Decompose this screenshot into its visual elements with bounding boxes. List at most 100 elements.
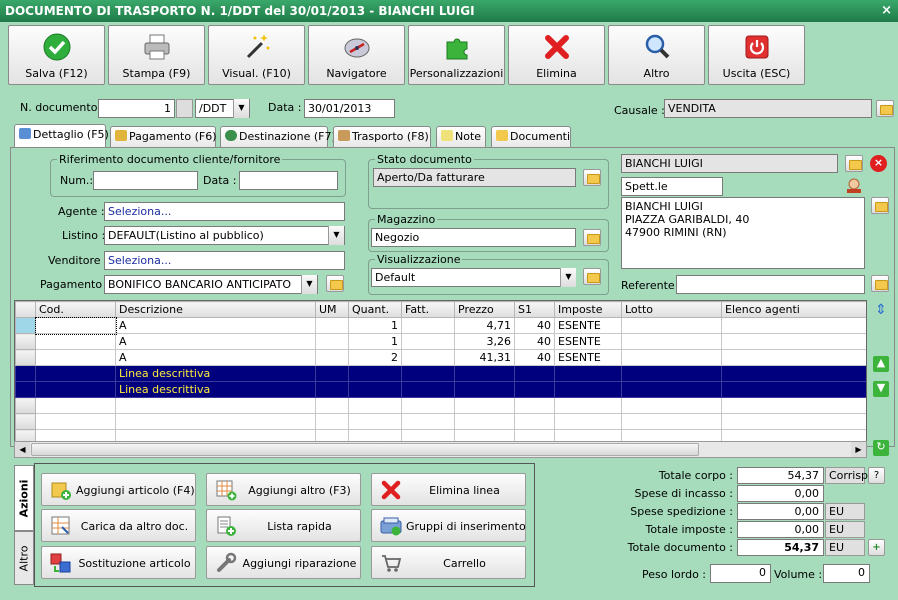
save-button[interactable]: Salva (F12) [8, 25, 105, 85]
horizontal-scrollbar[interactable]: ◀ ▶ [14, 441, 867, 458]
cell-desc[interactable]: Linea descrittiva [115, 365, 316, 382]
cell-cod[interactable] [34, 316, 117, 335]
cell-um[interactable] [315, 365, 349, 382]
referent-input[interactable] [676, 275, 865, 294]
date-input[interactable]: 30/01/2013 [304, 99, 395, 118]
col-fatt[interactable]: Fatt. [401, 301, 455, 318]
add-repair-button[interactable]: Aggiungi riparazione [206, 546, 361, 579]
cell-agents[interactable] [721, 333, 866, 350]
cell-tax[interactable] [554, 365, 622, 382]
table-row[interactable] [15, 413, 866, 430]
doc-number-spinner[interactable] [176, 99, 193, 118]
warehouse-input[interactable]: Negozio [371, 228, 576, 247]
chevron-down-icon[interactable]: ▼ [233, 99, 249, 118]
cell-lot[interactable] [621, 381, 722, 398]
print-button[interactable]: Stampa (F9) [108, 25, 205, 85]
cell-agents[interactable] [721, 349, 866, 366]
refresh-icon[interactable]: ↻ [873, 440, 889, 456]
row-header[interactable] [15, 349, 36, 366]
referent-folder-icon[interactable] [871, 275, 889, 292]
cell-qty[interactable] [348, 397, 402, 414]
customer-folder-icon[interactable] [845, 155, 863, 172]
cell-s1[interactable] [514, 365, 555, 382]
cell-tax[interactable]: ESENTE [554, 317, 622, 334]
cell-empty[interactable] [514, 413, 555, 430]
row-header[interactable] [15, 397, 36, 414]
cell-fatt[interactable] [401, 333, 455, 350]
payment-folder-icon[interactable] [326, 275, 344, 292]
load-doc-button[interactable]: Carica da altro doc. [41, 509, 196, 542]
cell-agents[interactable] [721, 397, 866, 414]
agent-input[interactable]: Seleziona... [104, 202, 345, 221]
scroll-thumb[interactable] [31, 443, 699, 456]
collection-input[interactable]: 0,00 [737, 485, 824, 502]
side-tab-actions[interactable]: Azioni [14, 465, 34, 531]
add-item-button[interactable]: Aggiungi articolo (F4) [41, 473, 196, 506]
cell-qty[interactable]: 2 [348, 349, 402, 366]
display-folder-icon[interactable] [583, 268, 601, 285]
cell-fatt[interactable] [401, 349, 455, 366]
table-row[interactable]: A 2 41,31 40 ESENTE [15, 349, 866, 366]
ref-date-input[interactable] [239, 171, 338, 190]
table-row[interactable]: Linea descrittiva [15, 381, 866, 398]
navigator-button[interactable]: Navigatore [308, 25, 405, 85]
row-header[interactable] [15, 333, 36, 350]
listino-select[interactable]: DEFAULT(Listino al pubblico) [104, 226, 345, 245]
clear-x-icon[interactable]: × [870, 155, 887, 172]
zoom-in-icon[interactable]: + [868, 539, 885, 556]
cell-fatt[interactable] [401, 397, 455, 414]
col-cod[interactable]: Cod. [35, 301, 116, 318]
cell-um[interactable] [315, 397, 349, 414]
cell-tax[interactable]: ESENTE [554, 333, 622, 350]
cell-fatt[interactable] [401, 365, 455, 382]
chevron-down-icon[interactable]: ▼ [560, 268, 576, 287]
cell-qty[interactable] [348, 381, 402, 398]
row-header[interactable] [15, 381, 36, 398]
gross-weight-input[interactable]: 0 [710, 564, 771, 583]
cell-lot[interactable] [621, 365, 722, 382]
cell-tax[interactable] [554, 381, 622, 398]
scroll-left-icon[interactable]: ◀ [15, 442, 30, 457]
help-button[interactable]: ? [868, 467, 885, 484]
view-button[interactable]: Visual. (F10) [208, 25, 305, 85]
table-row[interactable]: Linea descrittiva [15, 365, 866, 382]
cell-cod[interactable] [35, 397, 116, 414]
tab-notes[interactable]: Note [436, 126, 486, 147]
cell-empty[interactable] [35, 413, 116, 430]
display-select[interactable]: Default [371, 268, 576, 287]
quick-list-button[interactable]: Lista rapida [206, 509, 361, 542]
cell-s1[interactable]: 40 [514, 333, 555, 350]
cell-price[interactable] [454, 365, 515, 382]
customizations-button[interactable]: Personalizzazioni [408, 25, 505, 85]
cell-um[interactable] [315, 333, 349, 350]
col-agents[interactable]: Elenco agenti [721, 301, 866, 318]
col-s1[interactable]: S1 [514, 301, 555, 318]
cell-lot[interactable] [621, 333, 722, 350]
col-um[interactable]: UM [315, 301, 349, 318]
col-lot[interactable]: Lotto [621, 301, 722, 318]
cell-empty[interactable] [315, 413, 349, 430]
cell-fatt[interactable] [401, 317, 455, 334]
scroll-right-icon[interactable]: ▶ [851, 442, 866, 457]
cell-price[interactable]: 3,26 [454, 333, 515, 350]
tab-payment[interactable]: Pagamento (F6) [110, 126, 217, 147]
chevron-down-icon[interactable]: ▼ [328, 226, 344, 245]
cell-qty[interactable]: 1 [348, 317, 402, 334]
cell-desc[interactable] [115, 397, 316, 414]
customer-name[interactable]: BIANCHI LUIGI [621, 154, 838, 173]
col-price[interactable]: Prezzo [454, 301, 515, 318]
cell-desc[interactable]: Linea descrittiva [115, 381, 316, 398]
replace-item-button[interactable]: Sostituzione articolo [41, 546, 196, 579]
row-header[interactable] [15, 365, 36, 382]
cell-tax[interactable] [554, 397, 622, 414]
add-other-button[interactable]: Aggiungi altro (F3) [206, 473, 361, 506]
cell-desc[interactable]: A [115, 349, 316, 366]
cell-agents[interactable] [721, 317, 866, 334]
cell-um[interactable] [315, 317, 349, 334]
move-top-icon[interactable]: ⇕ [873, 302, 889, 320]
tab-detail[interactable]: Dettaglio (F5) [14, 124, 109, 147]
cell-tax[interactable]: ESENTE [554, 349, 622, 366]
cell-s1[interactable] [514, 381, 555, 398]
cell-empty[interactable] [554, 413, 622, 430]
table-row[interactable]: A 1 4,71 40 ESENTE [15, 316, 866, 335]
